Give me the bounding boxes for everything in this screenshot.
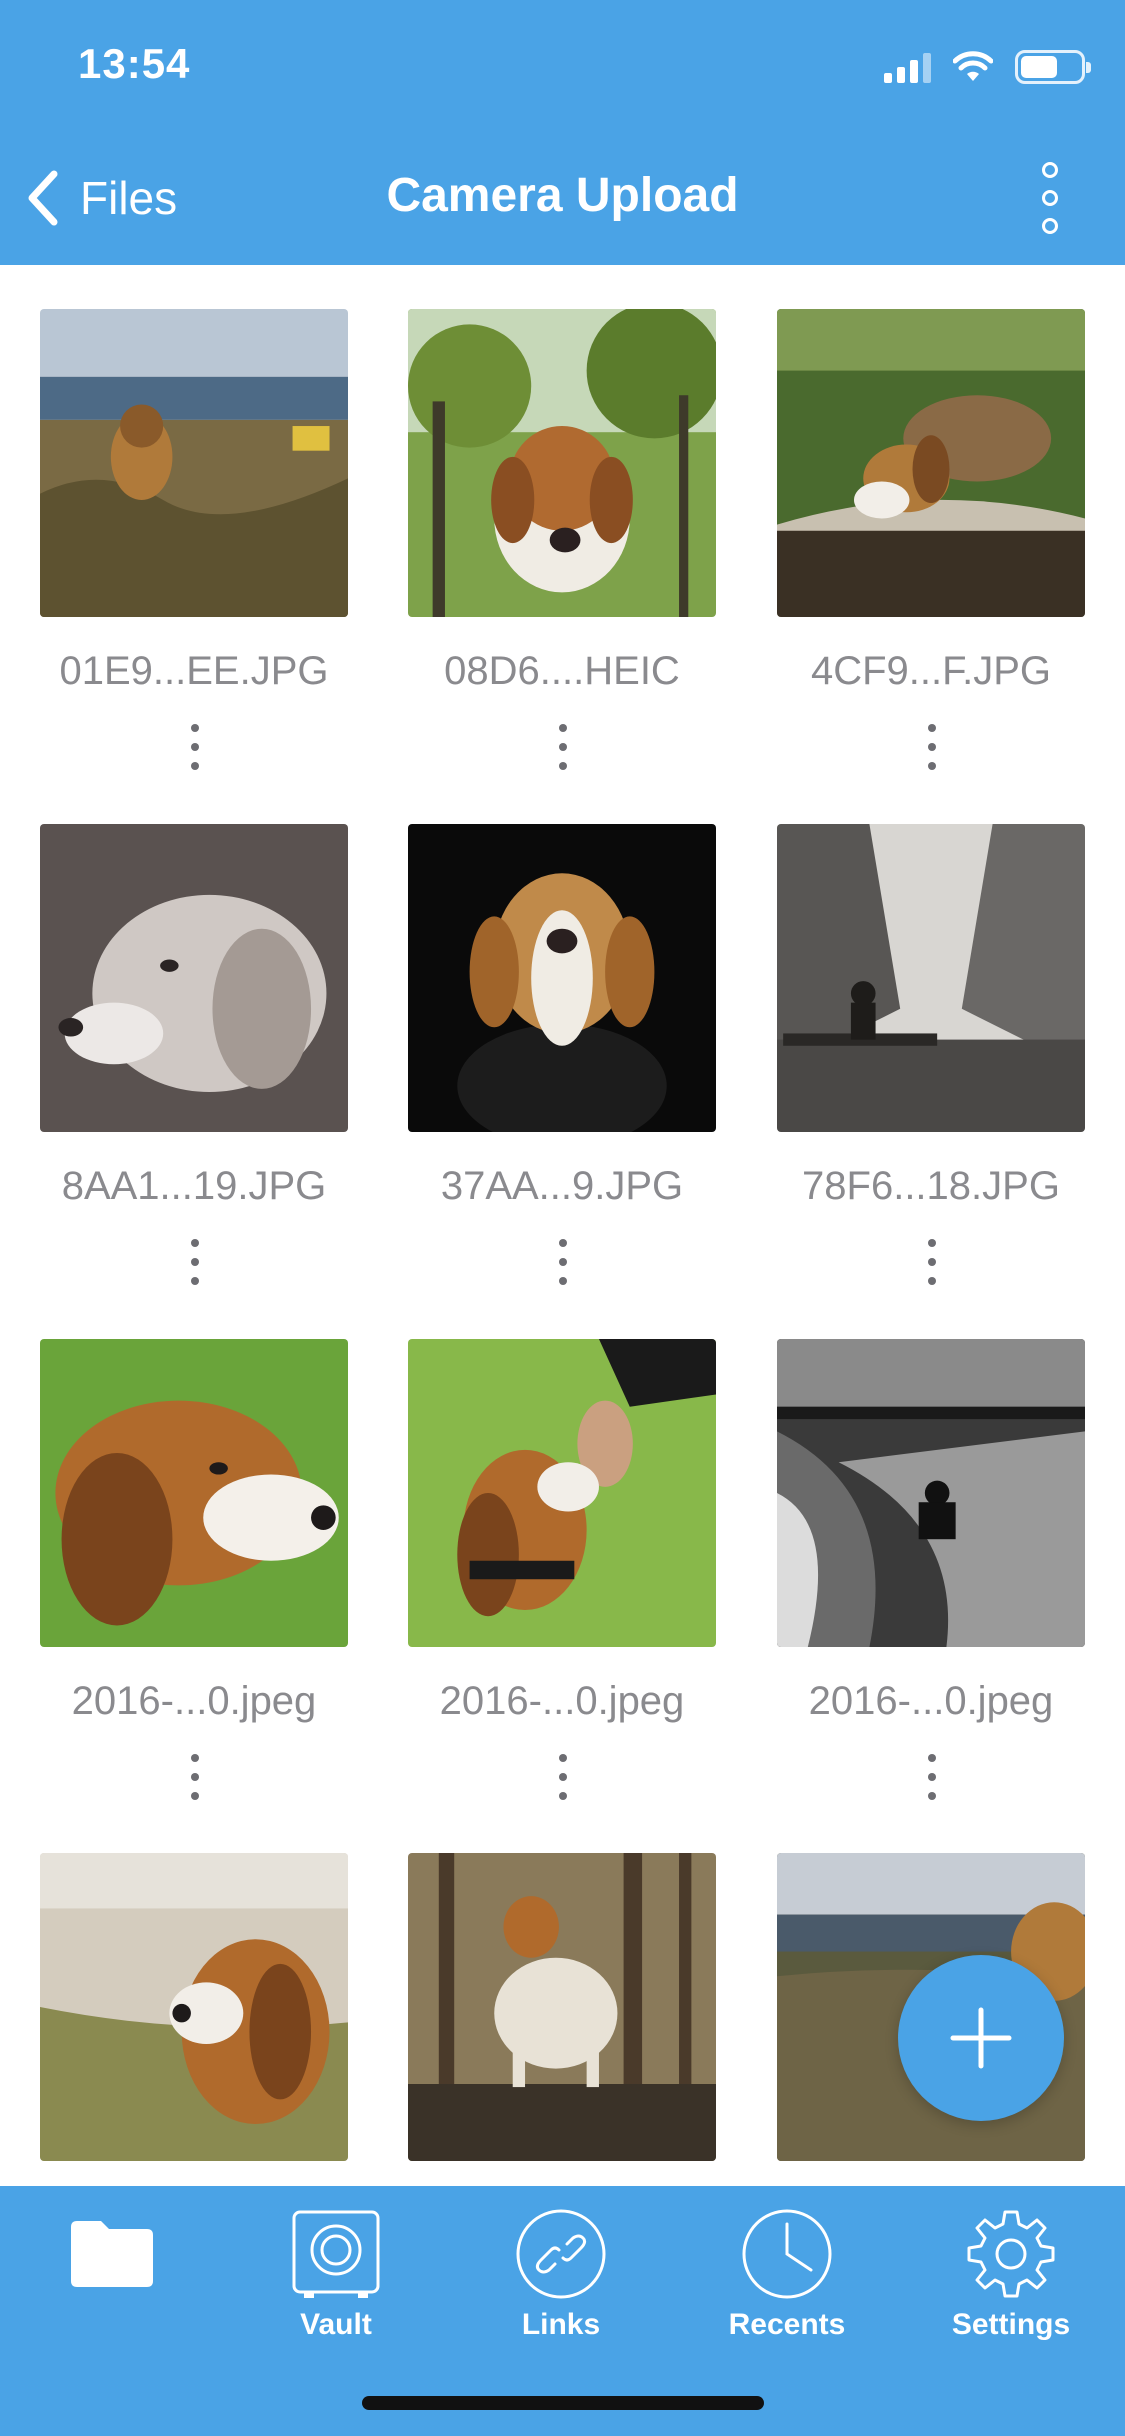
tab-label: Recents [728, 2308, 846, 2341]
tab-label: Links [521, 2308, 601, 2341]
more-options-button[interactable] [1035, 162, 1065, 234]
file-item[interactable] [40, 1853, 350, 2185]
file-name: 8AA1...19.JPG [61, 1164, 327, 1208]
file-item[interactable]: 01E9...EE.JPG [40, 309, 350, 770]
file-thumbnail[interactable] [40, 309, 348, 617]
file-item[interactable]: 2016-...0.jpeg [777, 1339, 1087, 1800]
clock-icon [737, 2204, 837, 2304]
file-options-button[interactable] [190, 1754, 200, 1800]
plus-icon [950, 2007, 1012, 2069]
file-options-button[interactable] [558, 724, 568, 770]
top-bar: 13:54 Files Camera Upload [0, 0, 1125, 265]
file-item[interactable]: 8AA1...19.JPG [40, 824, 350, 1285]
tab-files[interactable] [12, 2204, 212, 2344]
cellular-signal-icon [884, 51, 931, 83]
file-thumbnail[interactable] [777, 309, 1085, 617]
status-icons [884, 50, 1091, 84]
file-grid: 01E9...EE.JPG 08D6....HEIC 4CF9...F.JPG … [0, 265, 1125, 2185]
file-name: 2016-...0.jpeg [808, 1679, 1054, 1723]
file-options-button[interactable] [558, 1239, 568, 1285]
file-name: 2016-...0.jpeg [71, 1679, 317, 1723]
more-icon [1042, 162, 1058, 178]
battery-icon [1015, 50, 1091, 84]
file-thumbnail[interactable] [408, 1853, 716, 2161]
home-indicator[interactable] [362, 2396, 764, 2410]
file-item[interactable]: 2016-...0.jpeg [408, 1339, 718, 1800]
file-thumbnail[interactable] [408, 824, 716, 1132]
add-button[interactable] [898, 1955, 1064, 2121]
file-name: 37AA...9.JPG [440, 1164, 684, 1208]
file-thumbnail[interactable] [777, 1339, 1085, 1647]
file-options-button[interactable] [927, 1239, 937, 1285]
status-time: 13:54 [78, 40, 191, 87]
vault-icon [286, 2204, 386, 2304]
file-item[interactable]: 4CF9...F.JPG [777, 309, 1087, 770]
tab-label: Vault [300, 2308, 372, 2341]
tab-recents[interactable]: Recents [687, 2204, 887, 2344]
wifi-icon [953, 51, 993, 81]
page-title: Camera Upload [386, 169, 739, 222]
gear-icon [961, 2204, 1061, 2304]
file-item[interactable]: 37AA...9.JPG [408, 824, 718, 1285]
tab-links[interactable]: Links [461, 2204, 661, 2344]
file-thumbnail[interactable] [408, 309, 716, 617]
file-options-button[interactable] [927, 724, 937, 770]
file-options-button[interactable] [558, 1754, 568, 1800]
tab-vault[interactable]: Vault [236, 2204, 436, 2344]
file-thumbnail[interactable] [40, 1339, 348, 1647]
file-item[interactable]: 78F6...18.JPG [777, 824, 1087, 1285]
file-item[interactable]: 2016-...0.jpeg [40, 1339, 350, 1800]
folder-icon [62, 2204, 162, 2304]
tab-settings[interactable]: Settings [911, 2204, 1111, 2344]
file-item[interactable]: 08D6....HEIC [408, 309, 718, 770]
file-options-button[interactable] [190, 1239, 200, 1285]
file-name: 08D6....HEIC [444, 649, 680, 693]
file-name: 78F6...18.JPG [802, 1164, 1060, 1208]
file-options-button[interactable] [927, 1754, 937, 1800]
file-thumbnail[interactable] [40, 824, 348, 1132]
file-name: 4CF9...F.JPG [810, 649, 1052, 693]
file-thumbnail[interactable] [40, 1853, 348, 2161]
file-thumbnail[interactable] [777, 824, 1085, 1132]
link-icon [511, 2204, 611, 2304]
file-options-button[interactable] [190, 724, 200, 770]
file-item[interactable] [408, 1853, 718, 2185]
file-name: 01E9...EE.JPG [59, 649, 329, 693]
file-name: 2016-...0.jpeg [439, 1679, 685, 1723]
file-thumbnail[interactable] [408, 1339, 716, 1647]
tab-label: Settings [951, 2308, 1071, 2341]
